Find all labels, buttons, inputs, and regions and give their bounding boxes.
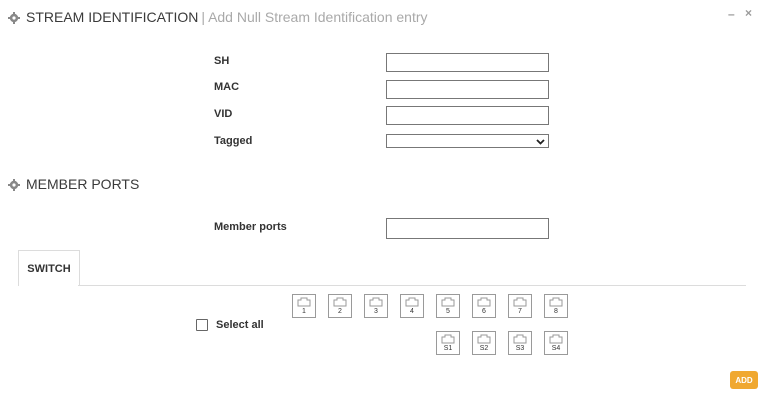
- port-label: 3: [374, 308, 378, 315]
- port-label: S3: [515, 345, 525, 352]
- gear-icon: [8, 11, 20, 24]
- member-ports-label: Member ports: [214, 221, 287, 233]
- port-6[interactable]: 6: [472, 294, 496, 318]
- port-label: 8: [554, 308, 558, 315]
- title-separator: |: [201, 9, 206, 25]
- port-s2[interactable]: S2: [472, 331, 496, 355]
- tagged-label: Tagged: [214, 135, 253, 147]
- select-all-label: Select all: [216, 319, 264, 331]
- port-2[interactable]: 2: [328, 294, 352, 318]
- sh-field[interactable]: [386, 53, 549, 72]
- port-label: S2: [479, 345, 489, 352]
- port-s3[interactable]: S3: [508, 331, 532, 355]
- page-subtitle: Add Null Stream Identification entry: [208, 9, 428, 25]
- member-ports-field[interactable]: [386, 218, 549, 239]
- port-label: 6: [482, 308, 486, 315]
- port-8[interactable]: 8: [544, 294, 568, 318]
- tab-divider: [78, 285, 746, 286]
- mac-field[interactable]: [386, 80, 549, 99]
- add-button[interactable]: ADD: [730, 371, 758, 389]
- port-1[interactable]: 1: [292, 294, 316, 318]
- member-ports-header: MEMBER PORTS: [8, 176, 139, 192]
- vid-field[interactable]: [386, 106, 549, 125]
- port-label: 7: [518, 308, 522, 315]
- tagged-select[interactable]: [386, 134, 549, 148]
- port-label: 4: [410, 308, 414, 315]
- select-all-checkbox[interactable]: [196, 319, 208, 331]
- tab-switch[interactable]: SWITCH: [18, 250, 80, 286]
- page-title: STREAM IDENTIFICATION: [26, 9, 199, 25]
- gear-icon: [8, 178, 20, 191]
- port-label: S1: [443, 345, 453, 352]
- port-s1[interactable]: S1: [436, 331, 460, 355]
- page-header: STREAM IDENTIFICATION | Add Null Stream …: [8, 9, 428, 25]
- close-icon[interactable]: ×: [745, 6, 752, 20]
- chevron-down-icon: [536, 132, 545, 150]
- mac-label: MAC: [214, 81, 240, 93]
- port-5[interactable]: 5: [436, 294, 460, 318]
- port-7[interactable]: 7: [508, 294, 532, 318]
- sh-label: SH: [214, 55, 230, 67]
- port-label: 2: [338, 308, 342, 315]
- minimize-icon[interactable]: –: [728, 7, 735, 21]
- port-label: 1: [302, 308, 306, 315]
- port-label: S4: [551, 345, 561, 352]
- vid-label: VID: [214, 108, 233, 120]
- port-label: 5: [446, 308, 450, 315]
- port-3[interactable]: 3: [364, 294, 388, 318]
- member-ports-title: MEMBER PORTS: [26, 176, 140, 192]
- port-s4[interactable]: S4: [544, 331, 568, 355]
- port-4[interactable]: 4: [400, 294, 424, 318]
